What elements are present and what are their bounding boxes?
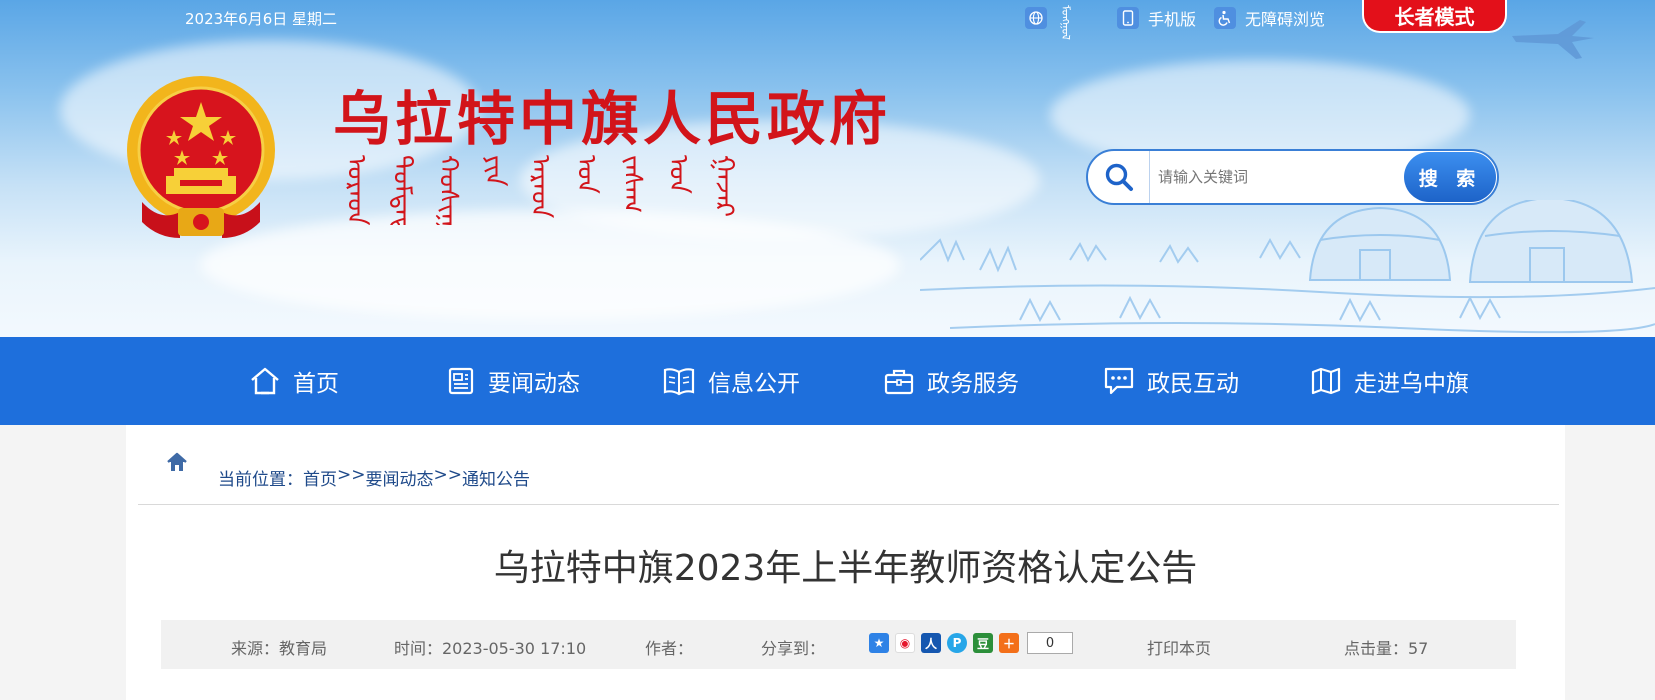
nav-item-label: 政务服务 xyxy=(927,371,1019,397)
mobile-version-label: 手机版 xyxy=(1148,10,1197,29)
current-date: 2023年6月6日 星期二 xyxy=(185,10,338,28)
print-page-link[interactable]: 打印本页 xyxy=(1147,635,1211,659)
article-source: 来源：教育局 xyxy=(231,639,328,658)
elder-mode-button[interactable]: 长者模式 xyxy=(1362,0,1507,33)
nav-item-info-disclosure[interactable]: 信息公开 xyxy=(662,337,800,425)
nav-item-gov-services[interactable]: 政务服务 xyxy=(883,337,1019,425)
site-title: 乌拉特中旗人民政府 xyxy=(333,85,892,153)
article-author: 作者： xyxy=(645,639,694,658)
main-nav: 首页 要闻动态 信息公开 政务服务 政民互动 走进乌中旗 xyxy=(0,337,1655,425)
breadcrumb-link-notices[interactable]: 通知公告 xyxy=(462,465,530,490)
airplane-icon xyxy=(1512,20,1594,59)
home-icon[interactable] xyxy=(166,451,188,473)
share-icons: ★ ◉ 人 P 豆 ＋ 0 xyxy=(869,632,1073,654)
article-container: 当前位置： 首页 >> 要闻动态 >> 通知公告 乌拉特中旗2023年上半年教师… xyxy=(126,425,1565,700)
article-title: 乌拉特中旗2023年上半年教师资格认定公告 xyxy=(493,548,1198,589)
breadcrumb-separator: >> xyxy=(337,465,366,485)
nav-item-interaction[interactable]: 政民互动 xyxy=(1103,337,1239,425)
globe-icon xyxy=(1025,7,1047,29)
news-icon xyxy=(448,367,474,395)
book-icon xyxy=(663,368,695,396)
nav-item-news[interactable]: 要闻动态 xyxy=(446,337,580,425)
nav-item-label: 首页 xyxy=(293,371,339,397)
mobile-version-link[interactable]: 手机版 xyxy=(1117,6,1196,30)
more-share-icon[interactable]: ＋ xyxy=(999,633,1019,653)
douban-icon[interactable]: 豆 xyxy=(973,633,993,653)
breadcrumb-link-home[interactable]: 首页 xyxy=(303,465,337,490)
view-count: 点击量：57 xyxy=(1344,639,1429,658)
nav-item-label: 要闻动态 xyxy=(488,371,580,397)
article-time: 时间：2023-05-30 17:10 xyxy=(394,639,587,658)
chat-icon xyxy=(1104,367,1134,395)
accessibility-label: 无障碍浏览 xyxy=(1245,10,1326,29)
home-icon xyxy=(251,367,279,395)
briefcase-icon xyxy=(884,369,914,395)
search-input[interactable] xyxy=(1150,157,1404,197)
phone-icon xyxy=(1117,7,1139,29)
nav-item-label: 走进乌中旗 xyxy=(1354,371,1469,397)
search-box: 搜 索 xyxy=(1086,149,1499,205)
grassland-decoration xyxy=(920,200,1655,334)
wheelchair-icon xyxy=(1214,7,1237,29)
mongolian-version-label: ᠮᠣᠩᠭᠣᠯ xyxy=(1059,5,1072,40)
search-icon xyxy=(1088,151,1150,203)
breadcrumb-link-news[interactable]: 要闻动态 xyxy=(366,465,434,490)
weibo-icon[interactable]: ◉ xyxy=(895,633,915,653)
share-count: 0 xyxy=(1027,632,1073,654)
qzone-icon[interactable]: ★ xyxy=(869,633,889,653)
pengyou-icon[interactable]: P xyxy=(947,633,967,653)
breadcrumb-separator: >> xyxy=(433,465,463,485)
cloud-decoration xyxy=(200,210,900,320)
share-label: 分享到： xyxy=(761,639,826,658)
article-meta-bar: 来源：教育局 时间：2023-05-30 17:10 作者： 分享到： ★ ◉ … xyxy=(161,620,1516,669)
nav-item-about[interactable]: 走进乌中旗 xyxy=(1310,337,1469,425)
topbar-links: ᠮᠣᠩᠭᠣᠯ 手机版 无障碍浏览 xyxy=(1025,4,1343,40)
nav-item-label: 信息公开 xyxy=(708,371,800,397)
map-icon xyxy=(1311,367,1341,395)
renren-icon[interactable]: 人 xyxy=(921,633,941,653)
site-header: 2023年6月6日 星期二 ᠮᠣᠩᠭᠣᠯ 手机版 无障碍浏览 长者模式 乌拉特中… xyxy=(0,0,1655,337)
breadcrumb: 当前位置： 首页 >> 要闻动态 >> 通知公告 xyxy=(138,425,1559,505)
breadcrumb-prefix: 当前位置： xyxy=(218,470,303,490)
national-emblem xyxy=(127,76,275,238)
search-button[interactable]: 搜 索 xyxy=(1404,152,1496,202)
nav-item-label: 政民互动 xyxy=(1147,371,1239,397)
mongolian-site-title: ᠤᠷᠠᠳ ᠳᠤᠮᠳᠠᠳᠤ ᠬᠣᠰᠢᠭᠤ ᠶᠢᠨ ᠠᠷᠠᠳ ᠤᠨ ᠵᠠᠰᠠᠭ ᠤᠨ… xyxy=(341,155,739,225)
accessibility-link[interactable]: 无障碍浏览 xyxy=(1214,6,1325,30)
mongolian-version-link[interactable]: ᠮᠣᠩᠭᠣᠯ xyxy=(1025,5,1099,40)
nav-item-home[interactable]: 首页 xyxy=(249,337,339,425)
breadcrumb-path: 当前位置： 首页 >> 要闻动态 >> 通知公告 xyxy=(218,465,530,490)
